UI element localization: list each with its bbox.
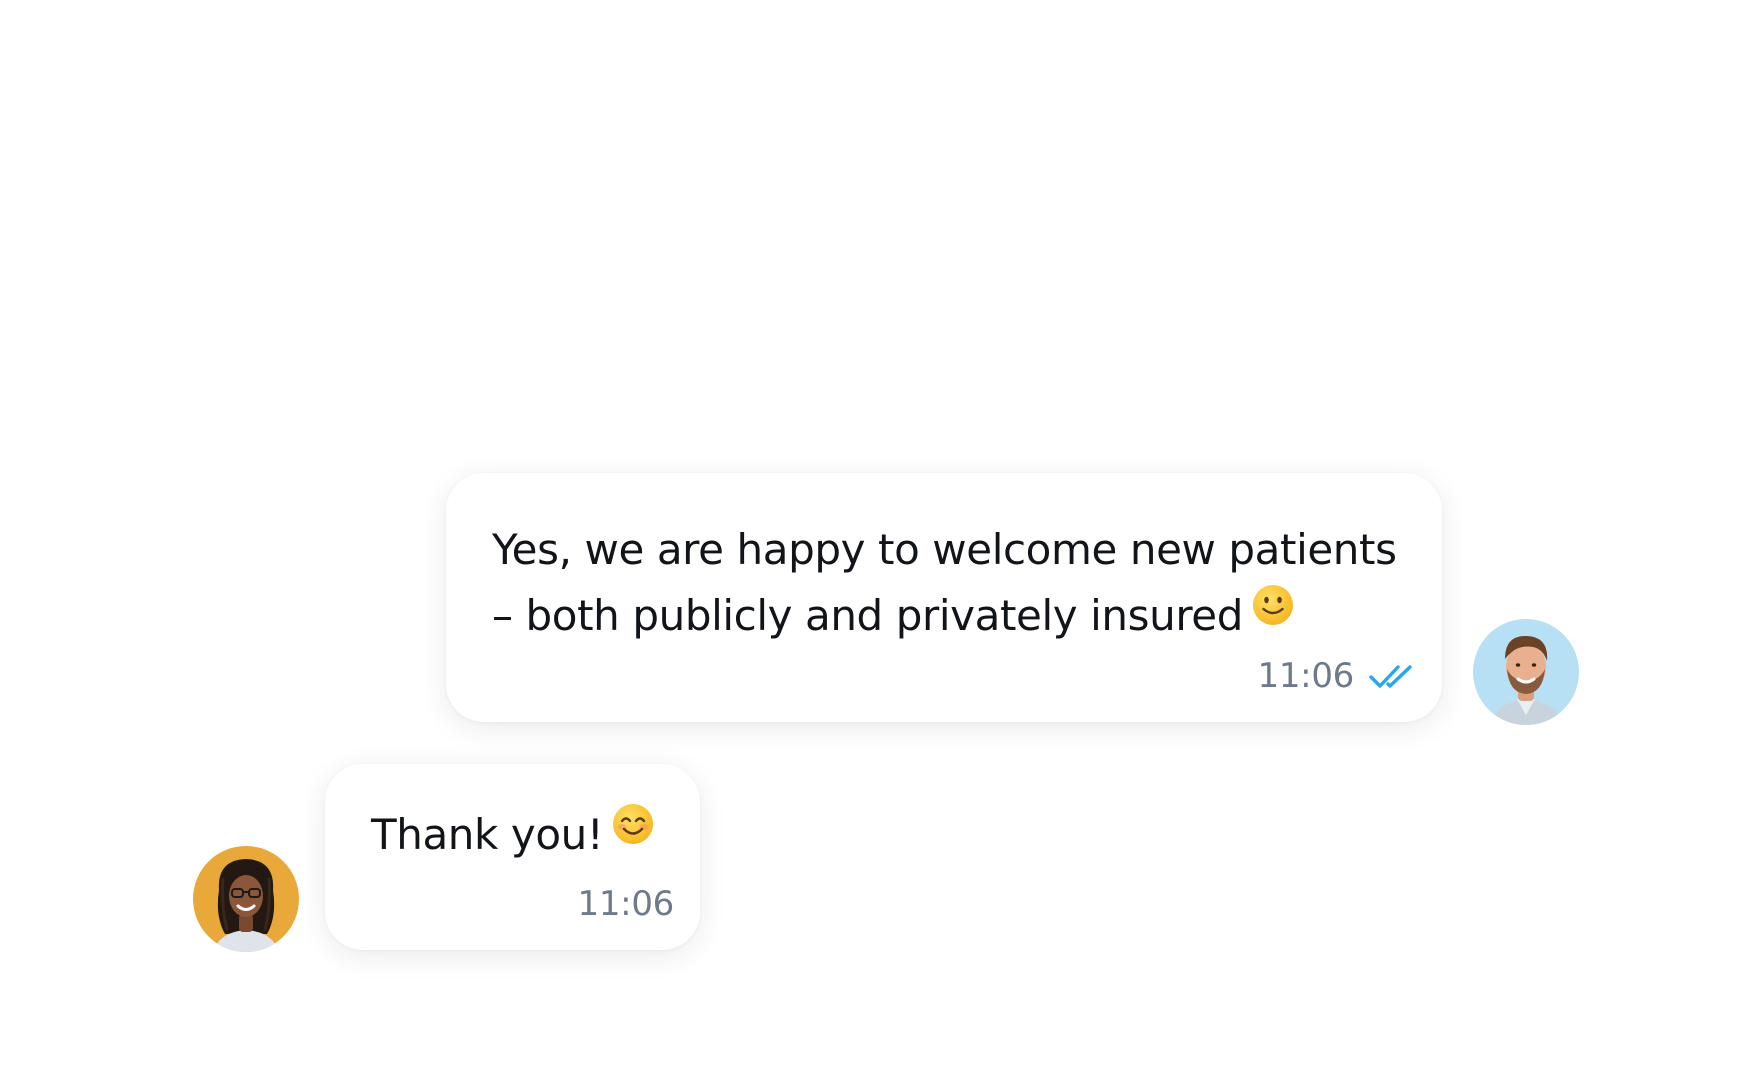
message-text: Thank you! [371, 804, 674, 867]
message-line: – both publicly and privately insured [492, 583, 1394, 652]
message-bubble-incoming[interactable]: Thank you! 11:06 [325, 764, 700, 950]
message-timestamp: 11:06 [577, 884, 675, 924]
message-timestamp: 11:06 [1257, 656, 1355, 696]
female-avatar[interactable] [193, 846, 299, 952]
message-text: Yes, we are happy to welcome new patient… [492, 517, 1397, 652]
person-icon [213, 859, 279, 952]
message-bubble-outgoing[interactable]: Yes, we are happy to welcome new patient… [446, 473, 1442, 722]
message-line: Yes, we are happy to welcome new patient… [492, 525, 1397, 574]
double-check-read-icon [1368, 662, 1416, 690]
message-meta: 11:06 [1258, 656, 1416, 696]
chat-area: Yes, we are happy to welcome new patient… [0, 0, 1764, 1077]
person-icon [1489, 635, 1563, 725]
smiling-face-with-smiling-eyes-icon [611, 802, 655, 861]
slightly-smiling-face-icon [1251, 580, 1295, 646]
male-avatar[interactable] [1473, 619, 1579, 725]
message-meta: 11:06 [577, 884, 675, 924]
